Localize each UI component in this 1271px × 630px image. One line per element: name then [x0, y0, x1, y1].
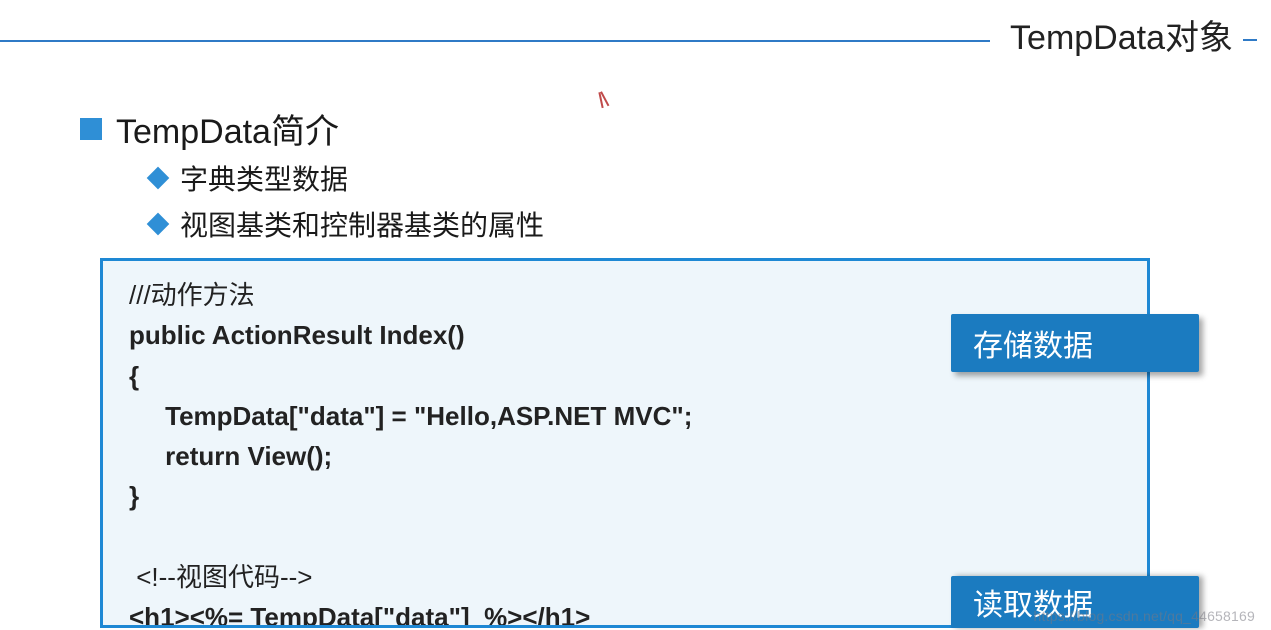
cursor-mark-icon	[597, 88, 616, 110]
section-heading-row: TempData简介	[80, 104, 339, 153]
badge-read-data: 读取数据	[951, 576, 1199, 628]
top-divider	[0, 40, 990, 42]
diamond-bullet-icon	[147, 167, 170, 190]
code-line-5: return View();	[129, 441, 332, 471]
code-line-4: TempData["data"] = "Hello,ASP.NET MVC";	[129, 401, 692, 431]
code-line-8: <!--视图代码-->	[129, 562, 312, 592]
bullet-row-2: 视图基类和控制器基类的属性	[150, 204, 544, 244]
bullet-text-1: 字典类型数据	[180, 158, 348, 198]
code-line-1: ///动作方法	[129, 280, 255, 310]
section-heading: TempData简介	[116, 104, 339, 153]
page-title: TempData对象	[1010, 10, 1257, 59]
code-line-3: {	[129, 361, 139, 391]
code-line-2: public ActionResult Index()	[129, 320, 465, 350]
bullet-row-1: 字典类型数据	[150, 158, 348, 198]
square-bullet-icon	[80, 118, 102, 140]
bullet-text-2: 视图基类和控制器基类的属性	[180, 204, 544, 244]
code-line-6: }	[129, 481, 139, 511]
diamond-bullet-icon	[147, 213, 170, 236]
code-line-9: <h1><%= TempData["data"] %></h1>	[129, 602, 590, 628]
badge-store-data: 存储数据	[951, 314, 1199, 372]
